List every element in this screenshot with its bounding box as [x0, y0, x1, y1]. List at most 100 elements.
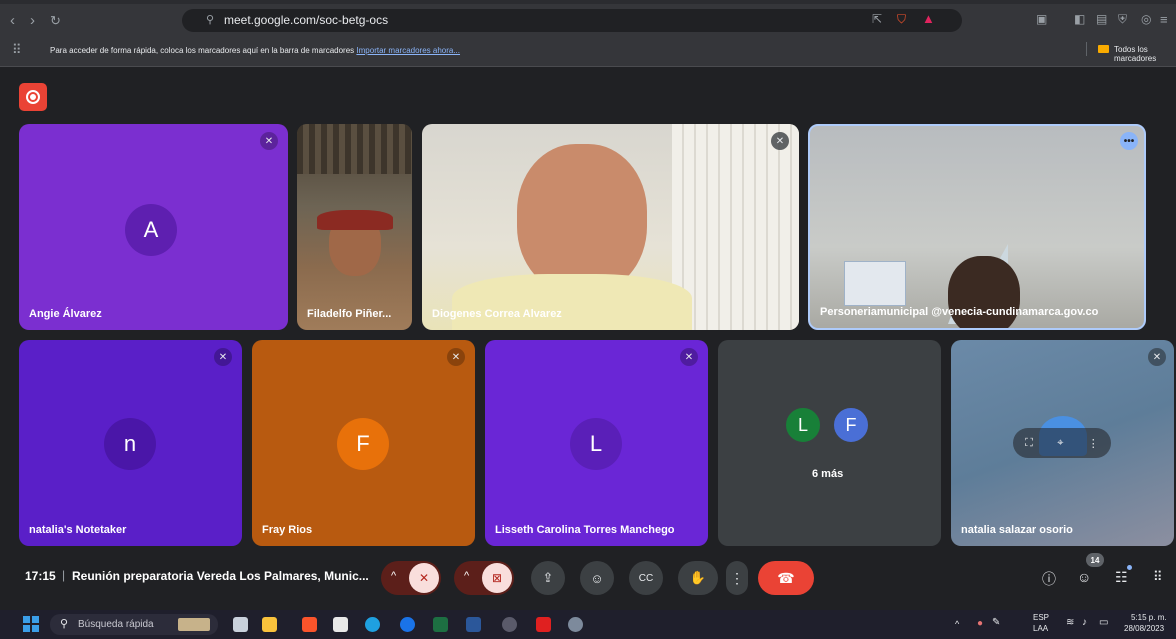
activities-icon[interactable]: ⠿ — [1153, 569, 1163, 585]
captions-icon[interactable]: CC — [629, 561, 663, 595]
muted-mic-icon: ✕ — [1148, 348, 1166, 366]
search-icon: ⚲ — [60, 618, 69, 630]
participant-name: Angie Álvarez — [29, 308, 102, 320]
address-bar[interactable]: ⚲ meet.google.com/soc-betg-ocs ⇱ ⛉ ▲ — [182, 9, 962, 32]
brave-browser-icon[interactable] — [302, 617, 317, 632]
participant-tile-personeria[interactable]: ••• Personeriamunicipal @venecia-cundina… — [808, 124, 1146, 330]
person-shirt — [452, 274, 692, 330]
meeting-time: 17:15 — [25, 569, 56, 583]
reload-icon[interactable]: ↻ — [50, 13, 61, 29]
task-view-icon[interactable] — [233, 617, 248, 632]
end-call-icon[interactable]: ☎ — [758, 561, 814, 595]
avatar: A — [125, 204, 177, 256]
muted-mic-icon: ✕ — [680, 348, 698, 366]
apps-grid-icon[interactable]: ⠿ — [12, 42, 22, 58]
signal-app-icon[interactable] — [400, 617, 415, 632]
site-info-icon[interactable]: ⚲ — [206, 13, 214, 26]
tab-strip — [0, 0, 1176, 4]
bookmarks-bar: ⠿ Para acceder de forma rápida, coloca l… — [0, 34, 1176, 67]
sidebar-icon[interactable]: ◧ — [1074, 12, 1085, 26]
mic-options-chevron-icon[interactable]: ^ — [391, 570, 396, 582]
show-hidden-icons-chevron-icon[interactable]: ^ — [955, 619, 959, 629]
windows-start-icon[interactable] — [23, 616, 39, 632]
calendar-app-icon[interactable] — [333, 617, 348, 632]
record-icon — [26, 90, 40, 104]
extensions-icon[interactable]: ▣ — [1036, 12, 1047, 26]
menu-icon[interactable]: ≡ — [1160, 12, 1168, 27]
avatar: L — [784, 406, 822, 444]
participant-name: Fray Rios — [262, 524, 313, 536]
shield-icon[interactable]: ◎ — [1141, 12, 1151, 26]
brave-shield-icon[interactable]: ⛉ — [897, 12, 906, 27]
taskbar-search[interactable]: ⚲ Búsqueda rápida — [50, 614, 218, 635]
participant-name: Personeriamunicipal @venecia-cundinamarc… — [820, 306, 1099, 318]
present-screen-icon[interactable]: ⇪ — [531, 561, 565, 595]
camera-options-chevron-icon[interactable]: ^ — [464, 570, 469, 582]
edge-browser-icon[interactable] — [365, 617, 380, 632]
chat-notification-dot — [1127, 565, 1132, 570]
vpn-icon[interactable]: ⛨ — [1118, 12, 1127, 27]
others-tile[interactable]: L F 6 más — [718, 340, 941, 546]
rewards-icon[interactable]: ▲ — [922, 11, 935, 26]
camera-control-group: ^ ⊠ — [454, 561, 514, 595]
wifi-icon[interactable]: ≋ — [1066, 617, 1074, 628]
url-text: meet.google.com/soc-betg-ocs — [224, 13, 389, 27]
excel-icon[interactable] — [433, 617, 448, 632]
participant-name: Filadelfo Piñer... — [307, 308, 392, 320]
search-placeholder: Búsqueda rápida — [78, 619, 154, 630]
participant-tile-lisseth[interactable]: ✕ L Lisseth Carolina Torres Manchego — [485, 340, 708, 546]
raise-hand-icon[interactable]: ✋ — [678, 561, 718, 595]
battery-icon[interactable]: ▭ — [1099, 617, 1108, 628]
participant-name: natalia's Notetaker — [29, 524, 127, 536]
participant-tile-filadelfo[interactable]: Filadelfo Piñer... — [297, 124, 412, 330]
wallet-icon[interactable]: ▤ — [1096, 12, 1107, 26]
participant-tile-angie[interactable]: ✕ A Angie Álvarez — [19, 124, 288, 330]
muted-mic-icon: ✕ — [214, 348, 232, 366]
camera-off-icon[interactable]: ⊠ — [482, 563, 512, 593]
more-options-icon[interactable]: ⋮ — [1088, 437, 1099, 450]
mic-control-group: ^ ✕ — [381, 561, 441, 595]
participant-tile-notetaker[interactable]: ✕ n natalia's Notetaker — [19, 340, 242, 546]
recording-indicator[interactable] — [19, 83, 47, 111]
meeting-info-icon[interactable]: ⓘ — [1042, 569, 1056, 589]
all-bookmarks-folder[interactable]: Todos los marcadores — [1114, 45, 1176, 63]
pen-icon[interactable]: ✎ — [992, 617, 1000, 628]
person-video — [517, 144, 647, 294]
participant-name: Lisseth Carolina Torres Manchego — [495, 524, 675, 536]
people-icon[interactable]: ☺ — [1077, 569, 1091, 585]
word-icon[interactable] — [466, 617, 481, 632]
pin-icon[interactable]: ⌖ — [1057, 437, 1063, 450]
more-options-icon[interactable]: ••• — [1120, 132, 1138, 150]
mic-off-icon[interactable]: ✕ — [409, 563, 439, 593]
more-options-icon[interactable]: ⋮ — [726, 561, 748, 595]
frame-icon[interactable]: ⛶ — [1025, 437, 1033, 450]
bookmarks-hint: Para acceder de forma rápida, coloca los… — [50, 46, 355, 55]
tray-app-icon[interactable]: ● — [977, 618, 983, 629]
volume-icon[interactable]: ♪ — [1082, 617, 1087, 628]
input-language[interactable]: ESP — [1033, 613, 1049, 622]
participant-tile-fray[interactable]: ✕ F Fray Rios — [252, 340, 475, 546]
app-icon[interactable] — [568, 617, 583, 632]
acrobat-icon[interactable] — [536, 617, 551, 632]
people-count-badge: 14 — [1086, 553, 1104, 567]
background-wall — [297, 124, 412, 174]
participant-tile-natalia[interactable]: ✕ ⛶ ⌖ ⋮ natalia salazar osorio — [951, 340, 1174, 546]
import-bookmarks-link[interactable]: Importar marcadores ahora... — [356, 46, 460, 55]
media-player-icon[interactable] — [502, 617, 517, 632]
participant-name: natalia salazar osorio — [961, 524, 1073, 536]
emoji-icon[interactable]: ☺ — [580, 561, 614, 595]
clock-time[interactable]: 5:15 p. m. — [1131, 613, 1167, 622]
muted-mic-icon: ✕ — [447, 348, 465, 366]
back-icon[interactable]: ‹ — [10, 12, 15, 29]
participant-tile-diogenes[interactable]: ✕ Diogenes Correa Alvarez — [422, 124, 799, 330]
divider — [1086, 42, 1087, 56]
forward-icon[interactable]: › — [30, 12, 35, 29]
tile-hover-controls: ⛶ ⌖ ⋮ — [1013, 428, 1111, 458]
search-highlight-image — [178, 618, 210, 631]
file-explorer-icon[interactable] — [262, 617, 277, 632]
chat-icon[interactable]: ☷ — [1115, 569, 1128, 586]
more-participants-label: 6 más — [812, 468, 844, 480]
share-icon[interactable]: ⇱ — [872, 12, 882, 26]
muted-mic-icon: ✕ — [260, 132, 278, 150]
wall-poster — [844, 261, 906, 306]
